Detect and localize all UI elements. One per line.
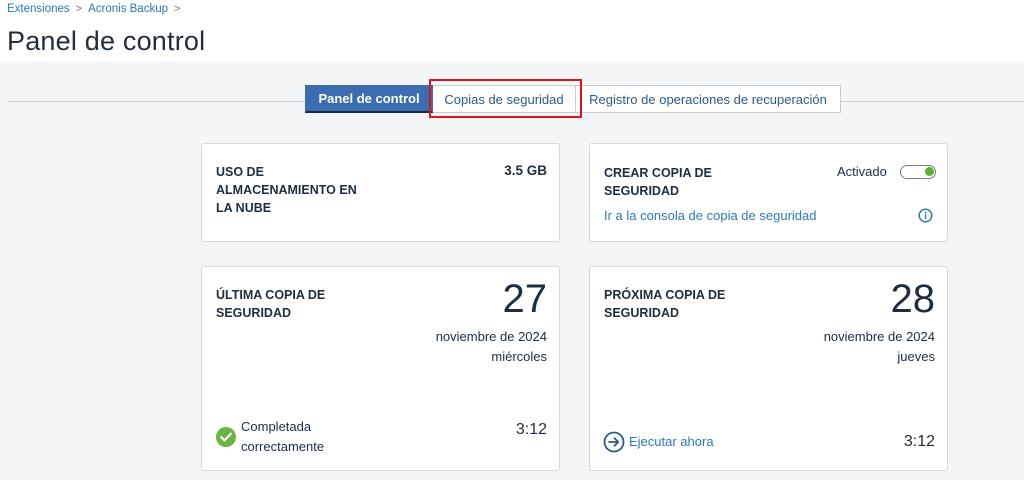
backup-toggle[interactable]	[900, 165, 936, 179]
last-backup-date: noviembre de 2024 miércoles	[436, 327, 547, 367]
storage-value: 3.5 GB	[504, 163, 547, 178]
create-backup-title-line: CREAR COPIA DE	[604, 166, 712, 180]
tab-copias-de-seguridad[interactable]: Copias de seguridad	[433, 85, 576, 113]
tab-registro-recuperacion[interactable]: Registro de operaciones de recuperación	[576, 85, 841, 113]
toggle-knob	[925, 167, 934, 176]
check-circle-icon	[215, 426, 237, 448]
last-backup-status: Completada correctamente	[241, 417, 324, 457]
next-backup-weekday: jueves	[897, 349, 935, 364]
storage-card-title: USO DE ALMACENAMIENTO EN LA NUBE	[216, 163, 357, 217]
toggle-label: Activado	[837, 164, 887, 179]
info-icon[interactable]	[918, 208, 933, 223]
run-now-link[interactable]: Ejecutar ahora	[629, 434, 714, 449]
breadcrumb-separator: >	[174, 3, 181, 15]
breadcrumb-extensiones[interactable]: Extensiones	[7, 3, 70, 15]
page-header: Extensiones > Acronis Backup > Panel de …	[0, 0, 1024, 62]
storage-title-line: LA NUBE	[216, 201, 272, 215]
arrow-circle-right-icon[interactable]	[603, 431, 625, 453]
tab-bar: Panel de control Copias de seguridad Reg…	[305, 85, 841, 113]
next-backup-title-line: SEGURIDAD	[604, 306, 680, 320]
last-backup-card: ÚLTIMA COPIA DE SEGURIDAD 27 noviembre d…	[201, 266, 560, 471]
storage-usage-card: USO DE ALMACENAMIENTO EN LA NUBE 3.5 GB	[201, 143, 560, 242]
last-backup-title-line: SEGURIDAD	[216, 306, 292, 320]
tab-panel-de-control[interactable]: Panel de control	[305, 85, 433, 113]
last-backup-title: ÚLTIMA COPIA DE SEGURIDAD	[216, 286, 325, 322]
next-backup-title: PRÓXIMA COPIA DE SEGURIDAD	[604, 286, 725, 322]
create-backup-title: CREAR COPIA DE SEGURIDAD	[604, 164, 712, 200]
storage-title-line: USO DE	[216, 165, 264, 179]
last-backup-title-line: ÚLTIMA COPIA DE	[216, 288, 326, 302]
storage-title-line: ALMACENAMIENTO EN	[216, 183, 357, 197]
page-title: Panel de control	[7, 26, 206, 56]
next-backup-time: 3:12	[903, 433, 935, 450]
last-backup-month-year: noviembre de 2024	[435, 329, 547, 344]
create-backup-card: CREAR COPIA DE SEGURIDAD Activado Ir a l…	[589, 143, 948, 242]
create-backup-title-line: SEGURIDAD	[604, 184, 680, 198]
status-line: correctamente	[241, 439, 325, 454]
status-line: Completada	[241, 419, 312, 434]
next-backup-card: PRÓXIMA COPIA DE SEGURIDAD 28 noviembre …	[589, 266, 948, 471]
next-backup-date: noviembre de 2024 jueves	[824, 327, 935, 367]
breadcrumb-acronis-backup[interactable]: Acronis Backup	[88, 3, 168, 15]
console-link[interactable]: Ir a la consola de copia de seguridad	[604, 208, 816, 223]
last-backup-time: 3:12	[515, 421, 547, 438]
breadcrumb: Extensiones > Acronis Backup >	[7, 3, 186, 15]
next-backup-month-year: noviembre de 2024	[823, 329, 935, 344]
last-backup-day: 27	[502, 277, 548, 321]
next-backup-title-line: PRÓXIMA COPIA DE	[604, 288, 726, 302]
last-backup-weekday: miércoles	[491, 349, 547, 364]
breadcrumb-separator: >	[75, 3, 83, 15]
next-backup-day: 28	[890, 277, 936, 321]
